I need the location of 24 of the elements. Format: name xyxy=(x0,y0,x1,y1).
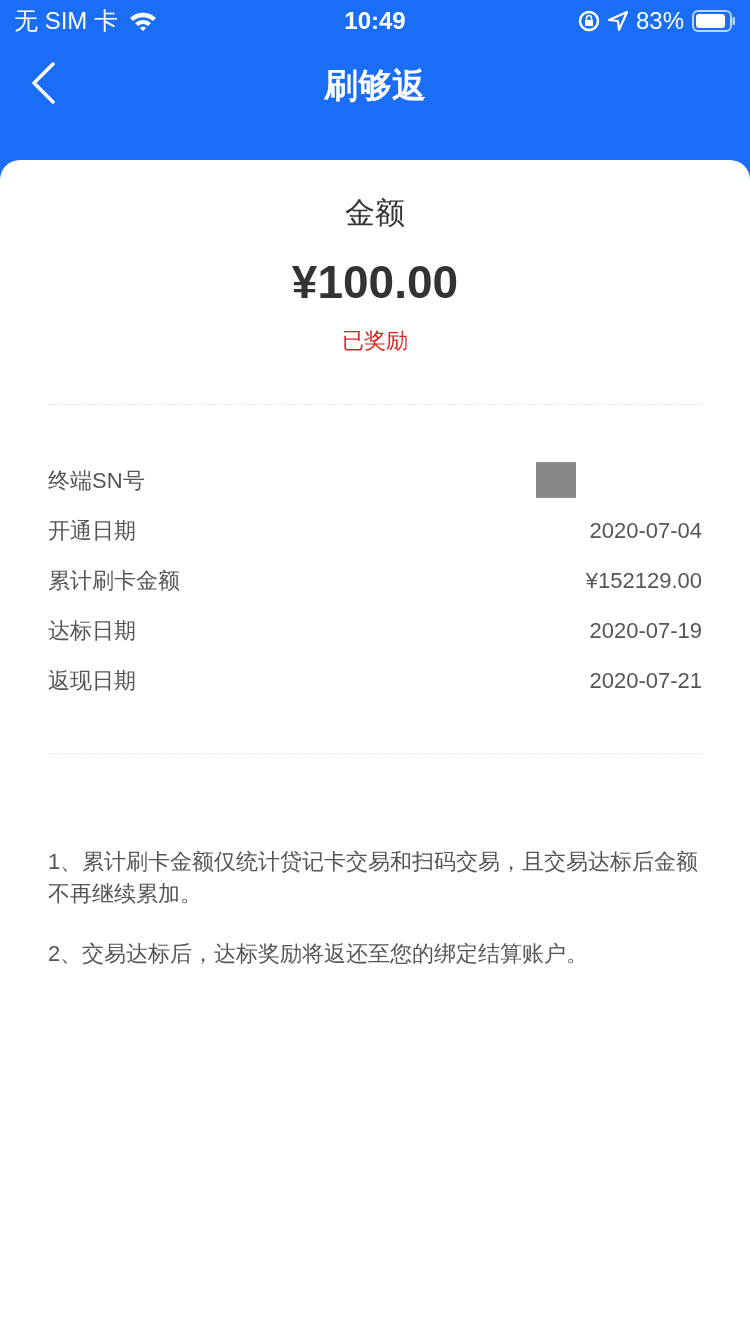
detail-value: 2020-07-04 xyxy=(589,516,702,545)
wifi-icon xyxy=(128,10,158,32)
detail-label: 开通日期 xyxy=(48,516,136,545)
clock-text: 10:49 xyxy=(344,6,406,36)
carrier-text: 无 SIM 卡 xyxy=(14,6,118,36)
detail-label: 达标日期 xyxy=(48,616,136,645)
battery-percent-text: 83% xyxy=(635,6,684,36)
detail-value: 2020-07-19 xyxy=(589,616,702,645)
note-text: 2、交易达标后，达标奖励将返还至您的绑定结算账户。 xyxy=(48,940,590,968)
detail-value: 2020-07-21 xyxy=(589,666,702,695)
location-arrow-icon xyxy=(607,11,628,31)
battery-icon xyxy=(692,9,736,33)
back-icon xyxy=(30,62,56,104)
reward-status: 已奖励 xyxy=(342,327,408,355)
detail-label: 累计刷卡金额 xyxy=(48,566,180,595)
note-text: 1、累计刷卡金额仅统计贷记卡交易和扫码交易，且交易达标后金额不再继续累加。 xyxy=(48,848,700,908)
amount-label: 金额 xyxy=(345,195,405,231)
detail-value: ¥152129.00 xyxy=(585,566,702,595)
detail-label: 终端SN号 xyxy=(48,466,145,495)
redaction-block xyxy=(536,462,576,498)
rotation-lock-icon xyxy=(577,10,600,32)
amount-value: ¥100.00 xyxy=(291,255,459,310)
detail-label: 返现日期 xyxy=(48,666,136,695)
page-title: 刷够返 xyxy=(324,64,426,106)
